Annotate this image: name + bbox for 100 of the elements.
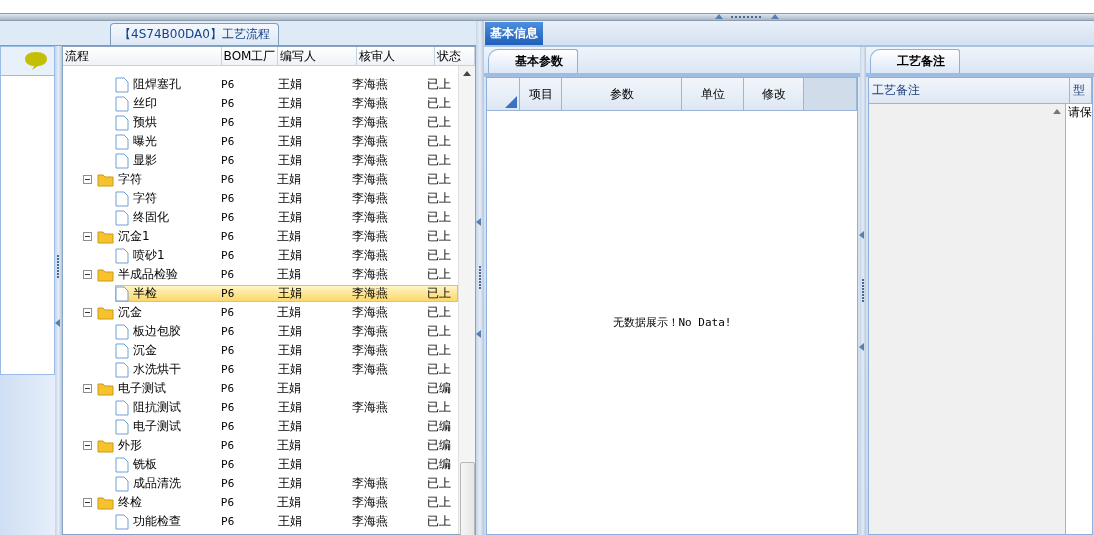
process-name[interactable]: 曝光 <box>133 133 157 150</box>
column-header[interactable]: 流程 <box>63 47 222 65</box>
column-header[interactable]: 工艺备注 <box>869 78 1070 103</box>
bom-factory: P6 <box>221 420 235 433</box>
notes-tab[interactable]: 工艺备注 <box>870 49 960 73</box>
process-name[interactable]: 板边包胶 <box>133 323 181 340</box>
reviewer-name: 李海燕 <box>351 95 388 112</box>
file-icon <box>115 323 129 340</box>
grip-icon[interactable] <box>57 254 60 279</box>
process-name[interactable]: 喷砂1 <box>133 247 165 264</box>
reviewer-name: 李海燕 <box>351 152 388 169</box>
column-header[interactable]: 型 <box>1070 78 1092 103</box>
collapse-left-icon[interactable] <box>859 231 867 239</box>
status-text: 已编 <box>427 456 452 473</box>
file-icon <box>115 361 129 378</box>
writer-name: 王娟 <box>277 456 302 473</box>
file-icon <box>115 133 129 150</box>
process-name[interactable]: 显影 <box>133 152 157 169</box>
reviewer-name: 李海燕 <box>351 171 388 188</box>
column-header[interactable]: 编写人 <box>278 47 358 65</box>
process-name[interactable]: 沉金1 <box>118 228 150 245</box>
scroll-up-icon[interactable] <box>463 70 471 78</box>
bom-factory: P6 <box>221 78 235 91</box>
reviewer-name: 李海燕 <box>351 494 388 511</box>
column-header[interactable]: BOM工厂 <box>221 47 279 65</box>
process-name[interactable]: 半成品检验 <box>118 266 178 283</box>
writer-name: 王娟 <box>277 152 302 169</box>
process-name[interactable]: 字符 <box>118 171 142 188</box>
file-icon <box>115 247 129 264</box>
collapse-icon[interactable] <box>83 308 92 317</box>
bom-factory: P6 <box>221 97 235 110</box>
column-header[interactable]: 单位 <box>682 78 744 110</box>
grip-icon[interactable] <box>478 266 482 290</box>
process-name[interactable]: 半检 <box>133 285 157 302</box>
column-header[interactable]: 核审人 <box>357 47 436 65</box>
file-icon <box>115 76 129 93</box>
process-name[interactable]: 铣板 <box>133 456 157 473</box>
writer-name: 王娟 <box>277 323 302 340</box>
reviewer-name: 李海燕 <box>351 285 388 302</box>
process-name[interactable]: 阻焊塞孔 <box>133 76 181 93</box>
model-cell-text: 请保 <box>1067 104 1092 121</box>
params-tab[interactable]: 基本参数 <box>488 49 578 73</box>
writer-name: 王娟 <box>277 76 302 93</box>
process-name[interactable]: 字符 <box>133 190 157 207</box>
process-name[interactable]: 终固化 <box>133 209 169 226</box>
status-text: 已上 <box>427 342 452 359</box>
process-name[interactable]: 电子测试 <box>118 380 166 397</box>
collapse-icon[interactable] <box>83 498 92 507</box>
panel-title-tab[interactable]: 【4S74B00DA0】工艺流程 <box>110 23 279 45</box>
process-name[interactable]: 丝印 <box>133 95 157 112</box>
writer-name: 王娟 <box>277 494 302 511</box>
bom-factory: P6 <box>221 211 235 224</box>
file-icon <box>115 399 129 416</box>
file-icon <box>115 513 129 530</box>
collapse-left-icon[interactable] <box>476 330 484 338</box>
bom-factory: P6 <box>220 268 235 281</box>
process-name[interactable]: 阻抗测试 <box>133 399 181 416</box>
writer-name: 王娟 <box>277 171 302 188</box>
file-icon <box>115 152 129 169</box>
file-icon <box>115 342 129 359</box>
collapse-icon[interactable] <box>83 384 92 393</box>
collapse-icon[interactable] <box>83 441 92 450</box>
collapse-icon[interactable] <box>83 175 92 184</box>
collapse-icon[interactable] <box>83 232 92 241</box>
collapse-icon[interactable] <box>83 270 92 279</box>
bom-factory: P6 <box>220 173 235 186</box>
process-name[interactable]: 沉金 <box>133 342 157 359</box>
reviewer-name: 李海燕 <box>351 513 388 530</box>
process-name[interactable]: 终检 <box>118 494 142 511</box>
bom-factory: P6 <box>221 325 235 338</box>
scroll-up-icon[interactable] <box>1053 108 1061 116</box>
process-name[interactable]: 成品清洗 <box>133 475 181 492</box>
process-name[interactable]: 功能检查 <box>133 513 181 530</box>
process-name[interactable]: 外形 <box>118 437 142 454</box>
main-tab[interactable]: 基本信息 <box>485 22 543 45</box>
scrollbar-thumb[interactable] <box>459 462 475 535</box>
process-name[interactable]: 沉金 <box>118 304 142 321</box>
process-name[interactable]: 预烘 <box>133 114 157 131</box>
bom-factory: P6 <box>221 192 235 205</box>
collapse-left-icon[interactable] <box>54 318 63 327</box>
status-text: 已上 <box>427 304 452 321</box>
grip-icon[interactable] <box>861 279 865 303</box>
writer-name: 王娟 <box>277 114 302 131</box>
collapse-left-icon[interactable] <box>476 218 484 226</box>
scrollbar[interactable] <box>458 66 475 534</box>
reviewer-name: 李海燕 <box>351 342 388 359</box>
process-name[interactable]: 电子测试 <box>133 418 181 435</box>
status-text: 已编 <box>427 418 452 435</box>
column-header[interactable]: 项目 <box>520 78 562 110</box>
column-header[interactable]: 参数 <box>562 78 682 110</box>
file-icon <box>115 475 129 492</box>
column-header[interactable]: 状态 <box>435 47 475 65</box>
collapse-left-icon[interactable] <box>859 343 867 351</box>
bom-factory: P6 <box>221 401 235 414</box>
empty-message: 无数据展示！No Data! <box>612 315 732 330</box>
reviewer-name: 李海燕 <box>351 475 388 492</box>
process-name[interactable]: 水洗烘干 <box>133 361 181 378</box>
file-icon <box>115 95 129 112</box>
selected-row-highlight[interactable] <box>115 285 458 302</box>
reviewer-name: 李海燕 <box>351 190 388 207</box>
